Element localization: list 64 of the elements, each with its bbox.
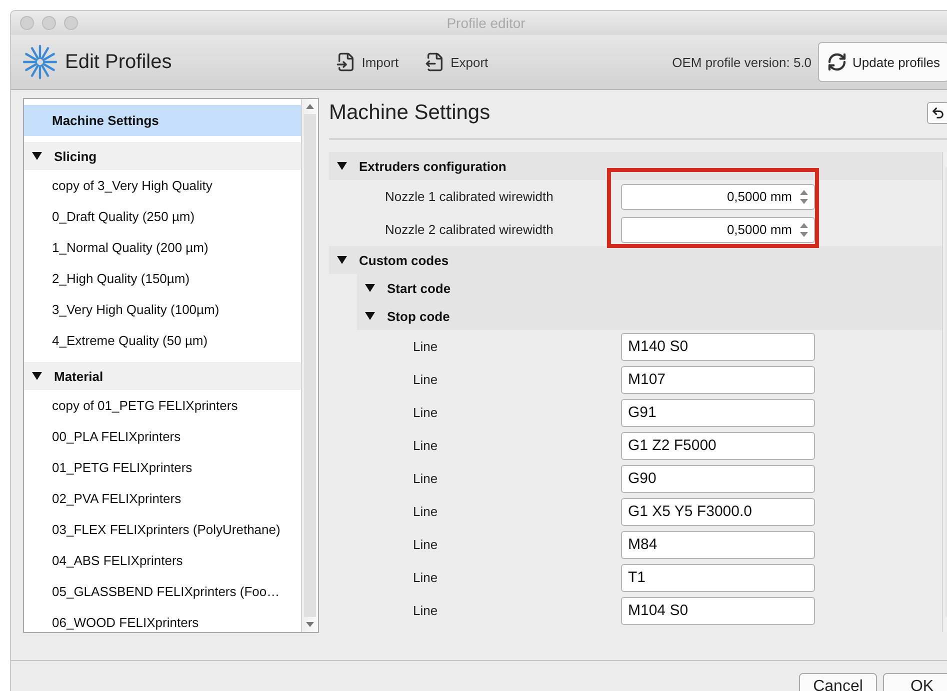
scroll-up-arrow-icon[interactable] [306, 104, 314, 109]
field-label: Line [412, 372, 439, 387]
subsection-header[interactable]: Start code [357, 274, 942, 302]
group-label: Material [54, 368, 104, 384]
field-label: Line [412, 537, 439, 552]
text-field[interactable]: G1 X5 Y5 F3000.0 [621, 498, 815, 526]
section-header[interactable]: Extruders configuration [329, 152, 942, 180]
section-label: Custom codes [359, 252, 449, 268]
expanded-triangle-icon[interactable] [365, 284, 375, 292]
text-field[interactable]: G1 Z2 F5000 [621, 432, 815, 460]
section-heading: Machine Settings [329, 101, 490, 125]
field-label: Line [412, 438, 439, 453]
subsection-label: Start code [387, 280, 451, 296]
reset-button[interactable] [927, 102, 947, 124]
text-field[interactable]: T1 [621, 564, 815, 592]
field-label: Line [412, 570, 439, 585]
text-field[interactable]: G90 [621, 464, 815, 492]
app-title: Edit Profiles [65, 50, 172, 74]
window-control-dot[interactable] [42, 16, 56, 30]
file-import-icon [336, 52, 356, 72]
file-export-icon [424, 52, 445, 72]
field-label: Line [412, 603, 439, 618]
oem-version-label: OEM profile version: 5.0 [672, 54, 812, 70]
stepper-arrows-icon[interactable] [800, 222, 808, 236]
expanded-triangle-icon[interactable] [32, 372, 42, 380]
text-field[interactable]: M140 S0 [621, 332, 815, 360]
section-header[interactable]: Custom codes [329, 246, 942, 274]
expanded-triangle-icon[interactable] [32, 152, 42, 160]
expanded-triangle-icon[interactable] [337, 256, 347, 264]
field-label: Line [412, 339, 439, 354]
ok-button[interactable]: OK [883, 673, 947, 691]
window-title: Profile editor [446, 15, 526, 31]
refresh-icon [826, 52, 847, 72]
subsection-header[interactable]: Stop code [357, 302, 942, 330]
expanded-triangle-icon[interactable] [337, 162, 347, 170]
group-label: Slicing [54, 148, 97, 164]
scrollbar[interactable] [301, 99, 318, 632]
undo-icon [931, 106, 945, 120]
text-field[interactable]: M84 [621, 530, 815, 558]
starburst-logo-icon [23, 45, 57, 79]
stepper-arrows-icon[interactable] [800, 190, 808, 204]
text-field[interactable]: M107 [621, 366, 815, 394]
field-label: Nozzle 2 calibrated wirewidth [384, 222, 554, 237]
profile-item[interactable]: Machine Settings [24, 105, 301, 136]
cancel-button[interactable]: Cancel [799, 673, 877, 691]
text-field[interactable]: M104 S0 [621, 596, 815, 624]
group-header[interactable]: Material [24, 362, 301, 390]
import-button[interactable]: Import [336, 52, 399, 72]
section-label: Extruders configuration [359, 158, 506, 174]
update-profiles-button[interactable]: Update profiles [818, 42, 947, 82]
export-button[interactable]: Export [424, 52, 488, 72]
scroll-down-arrow-icon[interactable] [306, 622, 314, 627]
subsection-label: Stop code [387, 308, 450, 324]
window-control-dot[interactable] [20, 16, 34, 30]
window-control-dot[interactable] [64, 16, 78, 30]
text-field[interactable]: G91 [621, 398, 815, 426]
number-spin-field[interactable]: 0,5000 mm [621, 184, 815, 210]
field-label: Line [412, 405, 439, 420]
group-header[interactable]: Slicing [24, 142, 301, 170]
field-label: Nozzle 1 calibrated wirewidth [384, 189, 554, 204]
field-label: Line [412, 471, 439, 486]
field-label: Line [412, 504, 439, 519]
expanded-triangle-icon[interactable] [365, 312, 375, 320]
number-spin-field[interactable]: 0,5000 mm [621, 216, 815, 242]
